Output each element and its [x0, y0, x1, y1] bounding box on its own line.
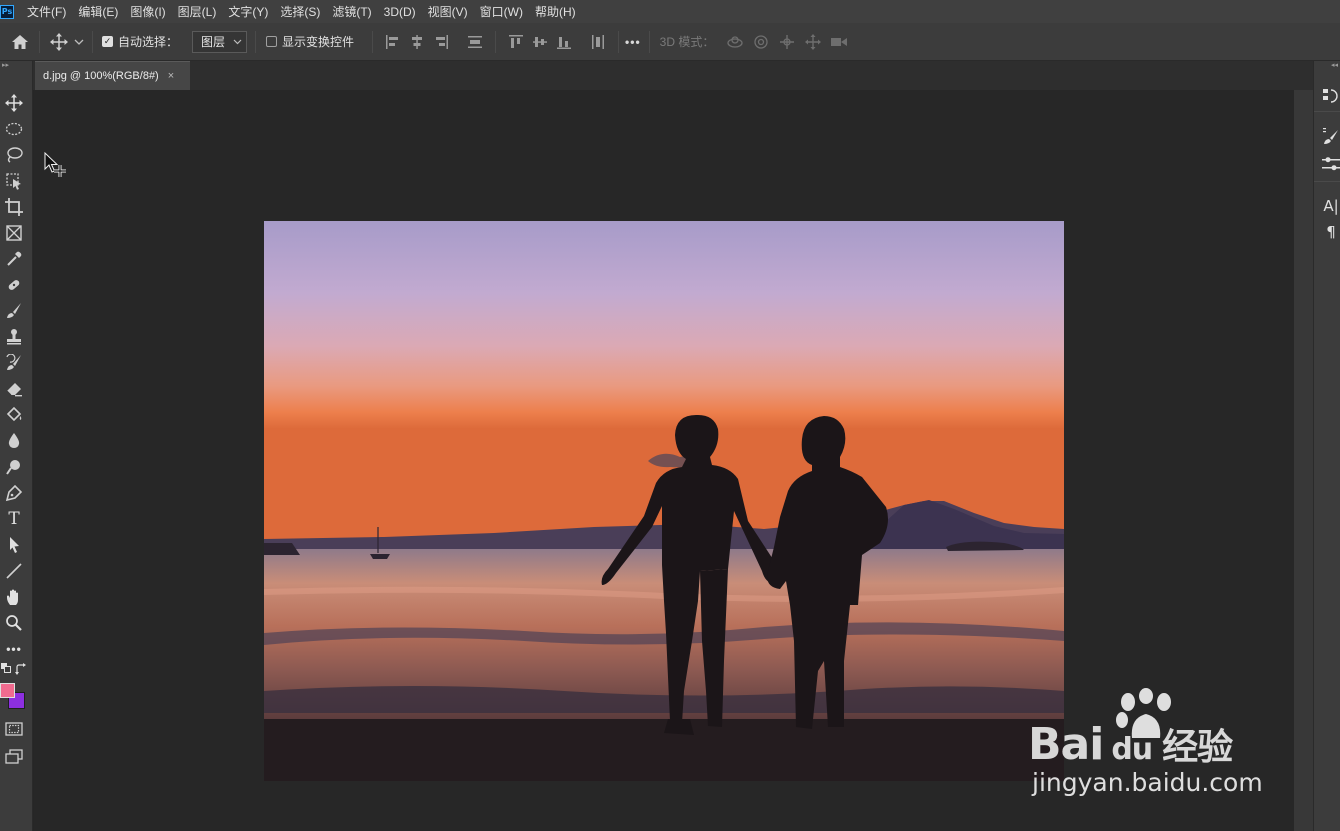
document-image[interactable]	[264, 221, 1064, 781]
separator	[372, 30, 374, 53]
adjustments-sliders-icon[interactable]	[1320, 153, 1340, 175]
align-bottom-edges-icon[interactable]	[552, 30, 576, 54]
more-options-button[interactable]: •••	[625, 35, 641, 49]
pen-tool-icon[interactable]	[2, 481, 26, 505]
screen-mode-icon[interactable]	[2, 745, 26, 769]
align-horizontal-centers-icon[interactable]	[405, 30, 429, 54]
separator	[1314, 181, 1340, 182]
menu-edit[interactable]: 编辑(E)	[72, 3, 124, 20]
vertical-scrollbar[interactable]	[1294, 90, 1313, 831]
orbit-3d-icon[interactable]	[722, 30, 748, 54]
brush-settings-icon[interactable]	[1320, 125, 1340, 147]
menu-type[interactable]: 文字(Y)	[222, 3, 274, 20]
distribute-horizontal-icon[interactable]	[586, 30, 610, 54]
eraser-tool-icon[interactable]	[2, 377, 26, 401]
menu-bar: Ps 文件(F) 编辑(E) 图像(I) 图层(L) 文字(Y) 选择(S) 滤…	[0, 0, 1340, 23]
crop-tool-icon[interactable]	[2, 195, 26, 219]
zoom-tool-icon[interactable]	[2, 611, 26, 635]
photoshop-logo: Ps	[0, 4, 14, 19]
separator	[1314, 111, 1340, 112]
auto-select-checkbox[interactable]: ✓	[102, 36, 113, 47]
move-tool-icon[interactable]	[2, 91, 26, 115]
history-panel-icon[interactable]	[1320, 85, 1340, 107]
default-colors-icon[interactable]	[0, 662, 12, 674]
move-tool-preset-icon[interactable]	[46, 29, 72, 55]
auto-select-target-dropdown[interactable]: 图层	[192, 30, 248, 53]
chevron-down-icon	[233, 37, 242, 47]
right-panel-dock: ◂◂ A| ¶	[1313, 61, 1340, 831]
separator	[495, 30, 497, 53]
separator	[648, 30, 650, 53]
healing-brush-tool-icon[interactable]	[2, 273, 26, 297]
align-vertical-centers-icon[interactable]	[528, 30, 552, 54]
line-tool-icon[interactable]	[2, 559, 26, 583]
show-transform-label: 显示变换控件	[282, 35, 355, 49]
pan-3d-icon[interactable]	[774, 30, 800, 54]
separator	[92, 30, 93, 53]
edit-toolbar-button[interactable]: •••	[2, 637, 26, 661]
object-selection-tool-icon[interactable]	[2, 169, 26, 193]
separator	[39, 30, 40, 53]
history-brush-tool-icon[interactable]	[2, 351, 26, 375]
menu-select[interactable]: 选择(S)	[274, 3, 326, 20]
close-icon[interactable]: ×	[168, 70, 174, 82]
separator	[255, 30, 257, 53]
document-tab-title: d.jpg @ 100%(RGB/8#)	[43, 70, 159, 82]
dodge-tool-icon[interactable]	[2, 455, 26, 479]
panel-collapse-icon[interactable]: ◂◂	[1314, 61, 1340, 71]
paint-bucket-tool-icon[interactable]	[2, 403, 26, 427]
quick-mask-icon[interactable]	[2, 717, 26, 741]
align-top-edges-icon[interactable]	[504, 30, 528, 54]
show-transform-checkbox[interactable]	[266, 36, 278, 47]
separator	[618, 30, 620, 53]
align-left-edges-icon[interactable]	[381, 30, 405, 54]
camera-3d-icon[interactable]	[826, 30, 852, 54]
mode-3d-label: 3D 模式：	[659, 35, 715, 49]
hand-tool-icon[interactable]	[2, 585, 26, 609]
slide-3d-icon[interactable]	[800, 30, 826, 54]
menu-window[interactable]: 窗口(W)	[474, 3, 529, 20]
align-right-edges-icon[interactable]	[429, 30, 453, 54]
frame-tool-icon[interactable]	[2, 221, 26, 245]
menu-image[interactable]: 图像(I)	[124, 3, 171, 20]
document-tab-bar: d.jpg @ 100%(RGB/8#) ×	[33, 61, 1313, 90]
type-tool-icon[interactable]: T	[2, 507, 26, 531]
menu-file[interactable]: 文件(F)	[21, 3, 72, 20]
roll-3d-icon[interactable]	[748, 30, 774, 54]
home-icon[interactable]	[7, 29, 33, 55]
options-bar: ✓ 自动选择： 图层 显示变换控件 ••• 3D 模式：	[0, 23, 1340, 61]
panel-collapse-icon[interactable]: ▸▸	[0, 61, 32, 71]
distribute-vertical-icon[interactable]	[463, 30, 487, 54]
path-selection-tool-icon[interactable]	[2, 533, 26, 557]
move-cursor-icon	[44, 151, 70, 180]
auto-select-label: 自动选择：	[118, 35, 179, 49]
menu-3d[interactable]: 3D(D)	[378, 5, 422, 19]
blur-tool-icon[interactable]	[2, 429, 26, 453]
photoshop-window: Ps 文件(F) 编辑(E) 图像(I) 图层(L) 文字(Y) 选择(S) 滤…	[0, 0, 1340, 831]
chevron-down-icon[interactable]	[72, 29, 86, 55]
swap-colors-icon[interactable]	[14, 662, 28, 676]
elliptical-marquee-tool-icon[interactable]	[2, 117, 26, 141]
lasso-tool-icon[interactable]	[2, 143, 26, 167]
brush-tool-icon[interactable]	[2, 299, 26, 323]
foreground-color-swatch[interactable]	[0, 683, 15, 698]
tools-panel: ▸▸ T •••	[0, 61, 33, 831]
menu-help[interactable]: 帮助(H)	[529, 3, 582, 20]
menu-filter[interactable]: 滤镜(T)	[326, 3, 377, 20]
paragraph-panel-icon[interactable]: ¶	[1320, 221, 1340, 243]
menu-view[interactable]: 视图(V)	[422, 3, 474, 20]
auto-select-target-value: 图层	[201, 35, 226, 49]
eyedropper-tool-icon[interactable]	[2, 247, 26, 271]
character-panel-icon[interactable]: A|	[1320, 195, 1340, 217]
menu-layer[interactable]: 图层(L)	[172, 3, 223, 20]
clone-stamp-tool-icon[interactable]	[2, 325, 26, 349]
document-tab[interactable]: d.jpg @ 100%(RGB/8#) ×	[35, 61, 190, 90]
